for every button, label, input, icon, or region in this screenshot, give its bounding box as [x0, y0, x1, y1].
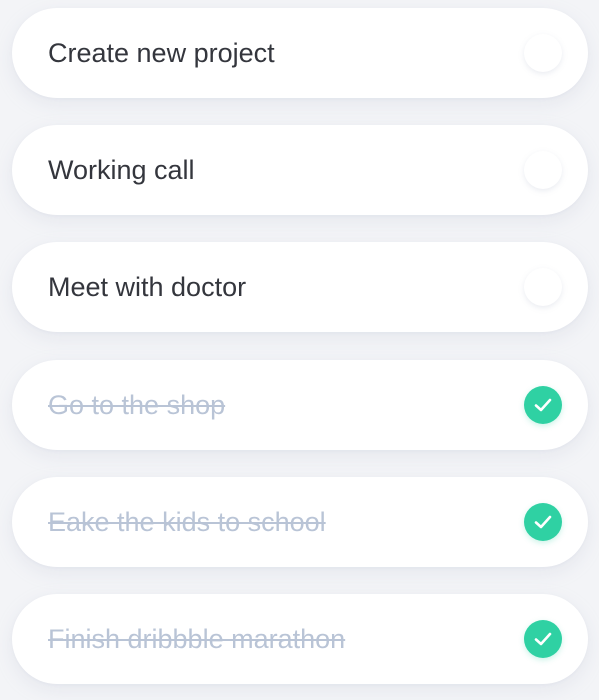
task-item[interactable]: Eake the kids to school	[12, 477, 588, 567]
task-checkbox[interactable]	[524, 151, 562, 189]
task-label: Meet with doctor	[48, 272, 247, 302]
checkmark-icon	[534, 515, 552, 529]
task-checkbox[interactable]	[524, 620, 562, 658]
checkmark-icon	[534, 632, 552, 646]
task-label: Eake the kids to school	[48, 507, 326, 537]
task-checkbox[interactable]	[524, 386, 562, 424]
task-checkbox[interactable]	[524, 34, 562, 72]
task-item[interactable]: Create new project	[12, 8, 588, 98]
task-checkbox[interactable]	[524, 503, 562, 541]
task-item[interactable]: Go to the shop	[12, 360, 588, 450]
task-checkbox[interactable]	[524, 268, 562, 306]
task-list: Create new project Working call Meet wit…	[0, 0, 599, 700]
task-item[interactable]: Finish dribbble marathon	[12, 594, 588, 684]
task-label: Go to the shop	[48, 390, 226, 420]
checkmark-icon	[534, 398, 552, 412]
task-label: Working call	[48, 155, 195, 185]
task-label: Finish dribbble marathon	[48, 624, 346, 654]
task-item[interactable]: Meet with doctor	[12, 242, 588, 332]
task-label: Create new project	[48, 38, 275, 68]
task-item[interactable]: Working call	[12, 125, 588, 215]
